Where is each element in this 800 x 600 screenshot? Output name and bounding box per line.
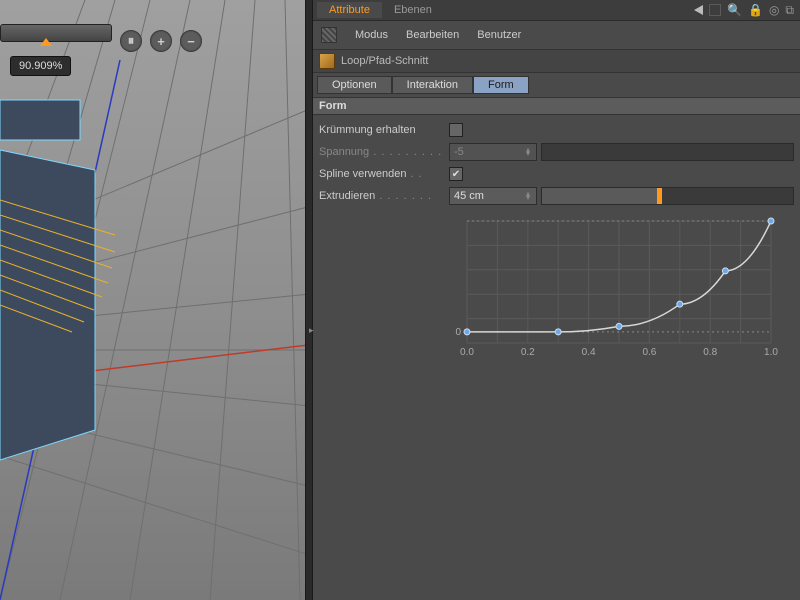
svg-text:1.0: 1.0	[764, 347, 778, 358]
label-tension: Spannung . . . . . . . . .	[319, 146, 449, 158]
menu-user[interactable]: Benutzer	[477, 29, 521, 41]
spline-curve-editor[interactable]: 0.0 0.2 0.4 0.6 0.8 1.0 0	[449, 213, 789, 373]
label-extrude: Extrudieren . . . . . . .	[319, 190, 449, 202]
checkbox-use-spline[interactable]: ✔	[449, 167, 463, 181]
settings-icon[interactable]: ◎	[769, 3, 779, 17]
label-preserve-curvature: Krümmung erhalten	[319, 124, 449, 136]
section-form-header: Form	[313, 97, 800, 115]
checkbox-preserve-curvature[interactable]	[449, 123, 463, 137]
form-body: ▸ Krümmung erhalten Spannung . . . . . .…	[313, 115, 800, 380]
nav-back-icon[interactable]	[694, 5, 703, 15]
attribute-subtabs: Optionen Interaktion Form	[313, 73, 800, 97]
menu-mode[interactable]: Modus	[355, 29, 388, 41]
slider-tension	[541, 143, 794, 161]
timeline-slider[interactable]	[0, 24, 112, 42]
search-icon[interactable]: 🔍	[727, 3, 742, 17]
slider-extrude[interactable]	[541, 187, 794, 205]
object-icon	[319, 53, 335, 69]
svg-text:0.4: 0.4	[582, 347, 596, 358]
viewport-grid	[0, 0, 305, 600]
layout-icon[interactable]	[321, 27, 337, 43]
svg-text:0.0: 0.0	[460, 347, 474, 358]
panel-tabs: Attribute Ebenen 🔍 🔒 ◎ ⧉	[313, 0, 800, 21]
zoom-in-button[interactable]: +	[150, 30, 172, 52]
svg-text:0.2: 0.2	[521, 347, 535, 358]
expand-handle[interactable]: ▸	[309, 325, 314, 336]
zoom-out-button[interactable]: −	[180, 30, 202, 52]
attribute-menubar: Modus Bearbeiten Benutzer	[313, 21, 800, 49]
pause-button[interactable]: ⏸	[120, 30, 142, 52]
object-name: Loop/Pfad-Schnitt	[341, 55, 428, 67]
label-use-spline: Spline verwenden . .	[319, 168, 449, 180]
menu-edit[interactable]: Bearbeiten	[406, 29, 459, 41]
new-window-icon[interactable]: ⧉	[785, 3, 794, 18]
svg-text:0.6: 0.6	[642, 347, 656, 358]
attribute-panel: Attribute Ebenen 🔍 🔒 ◎ ⧉ Modus Bearbeite…	[313, 0, 800, 600]
lock-icon[interactable]: 🔒	[748, 3, 763, 17]
panel-splitter[interactable]	[305, 0, 313, 600]
subtab-form[interactable]: Form	[473, 76, 529, 94]
tab-layers[interactable]: Ebenen	[382, 2, 444, 18]
zoom-percentage: 90.909%	[10, 56, 71, 76]
nav-fwd-icon[interactable]	[709, 4, 721, 16]
input-extrude[interactable]: 45 cm▴▾	[449, 187, 537, 205]
subtab-interaction[interactable]: Interaktion	[392, 76, 473, 94]
input-tension: -5▴▾	[449, 143, 537, 161]
timeline-marker[interactable]	[40, 38, 52, 46]
svg-text:0.8: 0.8	[703, 347, 717, 358]
viewport-3d[interactable]: ⏸ + − 90.909%	[0, 0, 305, 600]
subtab-options[interactable]: Optionen	[317, 76, 392, 94]
svg-text:0: 0	[455, 327, 461, 338]
tab-attributes[interactable]: Attribute	[317, 2, 382, 18]
object-header: Loop/Pfad-Schnitt	[313, 49, 800, 73]
